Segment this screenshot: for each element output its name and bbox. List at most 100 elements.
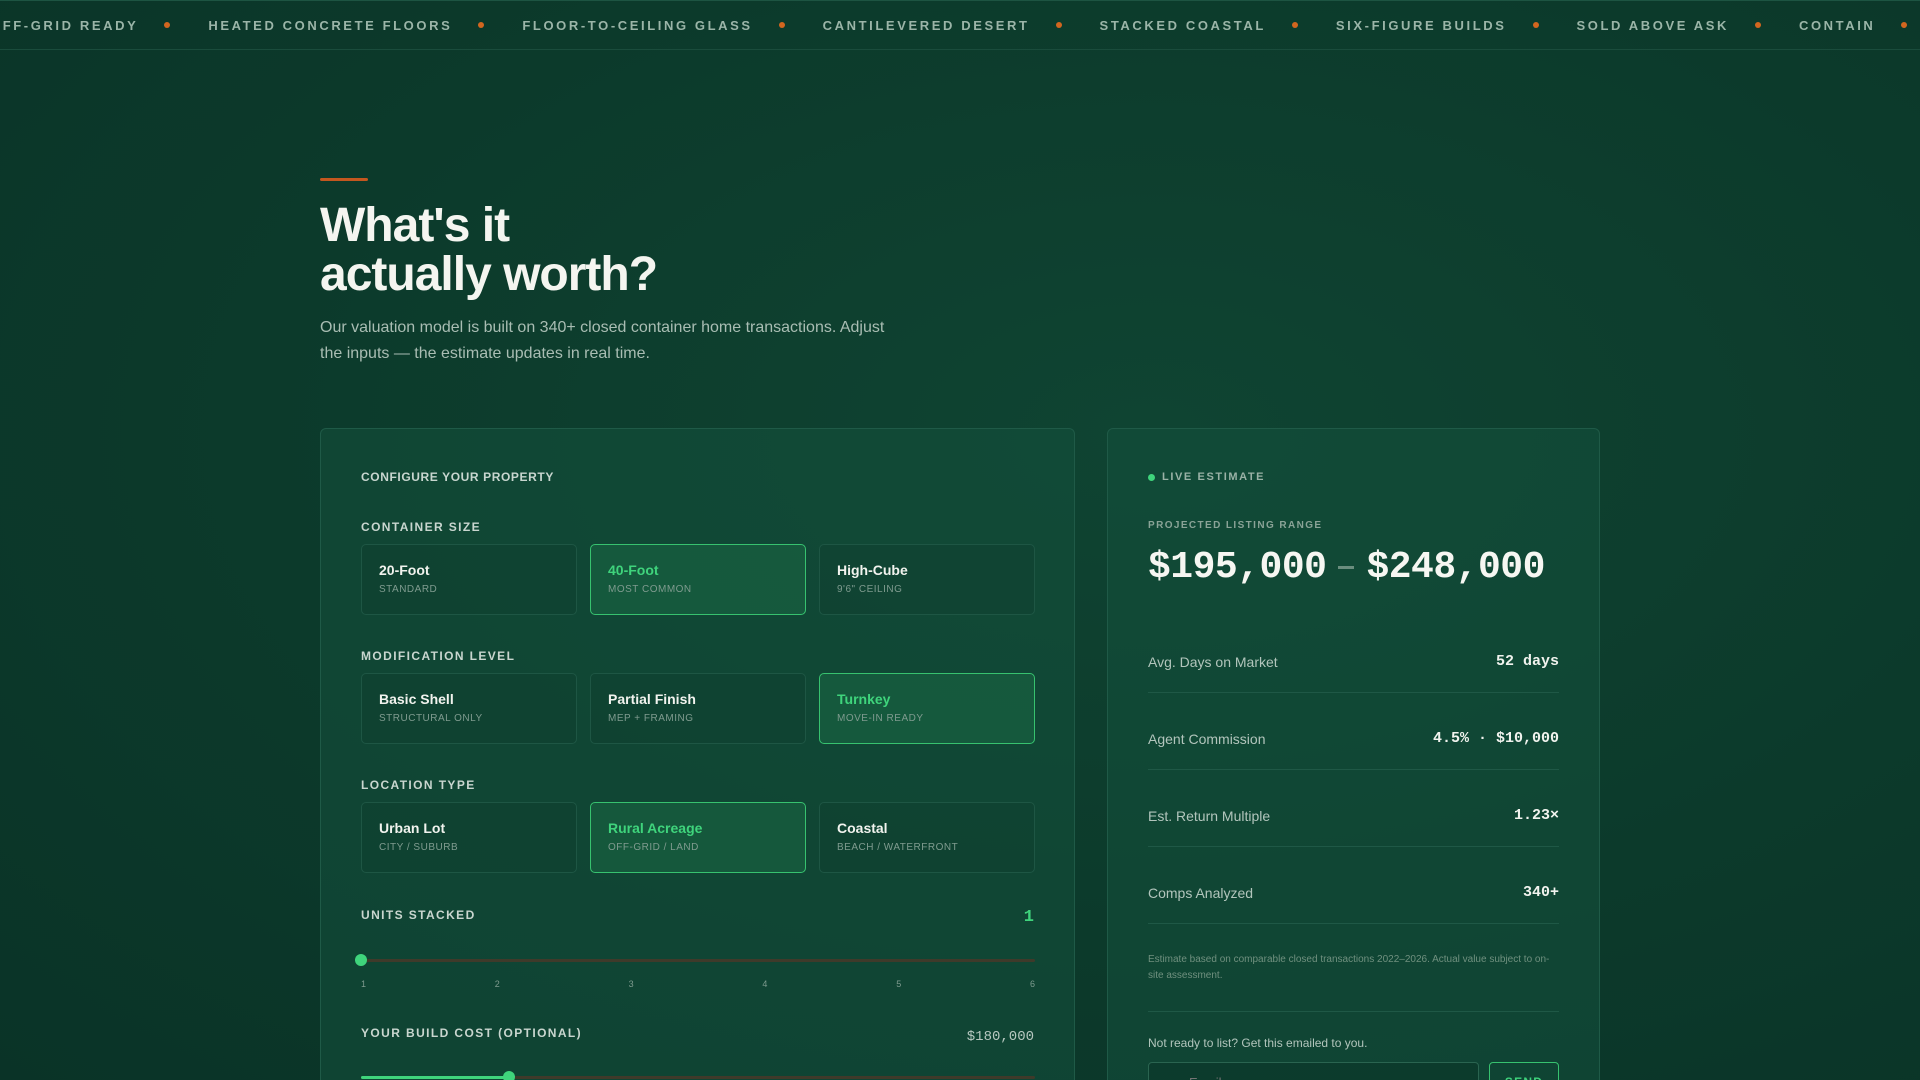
option-title: High-Cube [837,562,908,578]
range-high: $248,000 [1366,546,1545,589]
ticker-dot [778,22,785,28]
disclaimer: Estimate based on comparable closed tran… [1148,954,1550,981]
ticker-item: Sold Above Ask [1577,18,1799,33]
configure-panel: Configure Your Property Container Size 2… [320,428,1075,1080]
option-basic-shell[interactable]: Basic Shell Structural Only [361,673,577,744]
option-subtitle: Most Common [608,584,692,595]
estimate-panel: Live Estimate Projected Listing Range $1… [1107,428,1600,1080]
stat-value: 340+ [1522,884,1559,901]
divider [1148,1011,1559,1012]
modification-level-options: Basic Shell Structural Only Partial Fini… [361,673,1035,744]
ticker-item: Heated Concrete Floors [208,18,522,33]
option-subtitle: 9'6" Ceiling [837,584,903,595]
range-low: $195,000 [1148,546,1327,589]
range-dash [1338,566,1355,569]
container-size-options: 20-Foot Standard 40-Foot Most Common Hig… [361,544,1035,615]
email-prompt: Not ready to list? Get this emailed to y… [1148,1036,1368,1050]
range-label: Projected Listing Range [1148,520,1323,531]
ticker-item: Six-Figure Builds [1336,18,1577,33]
ticker-dot [164,22,171,28]
option-title: Rural Acreage [608,820,703,836]
container-size-label: Container Size [361,520,482,534]
slider-thumb[interactable] [503,1071,516,1080]
live-dot-icon [1148,473,1155,481]
option-rural-acreage[interactable]: Rural Acreage Off-Grid / Land [590,802,806,873]
stat-row: Est. Return Multiple 1.23× [1148,785,1559,847]
stat-label: Agent Commission [1148,730,1266,747]
ticker-dot [1754,22,1761,28]
option-title: 20-Foot [379,562,430,578]
ticker-track: Off-Grid Ready Heated Concrete Floors Fl… [0,1,1920,49]
stat-value: 4.5% · $10,000 [1432,730,1559,747]
option-title: Turnkey [837,691,891,707]
ticker-label: Off-Grid Ready [0,17,139,33]
stat-label: Comps Analyzed [1148,884,1254,901]
ticker-dot [1901,22,1908,28]
tick-label: 5 [896,979,902,989]
tick-label: 4 [762,979,768,989]
option-subtitle: Structural Only [379,713,483,724]
location-type-options: Urban Lot City / Suburb Rural Acreage Of… [361,802,1035,873]
option-partial-finish[interactable]: Partial Finish MEP + Framing [590,673,806,744]
ticker-item: Contain [1799,18,1920,33]
price-range: $195,000 $248,000 [1148,546,1545,589]
ticker-label: Contain [1798,17,1876,33]
option-title: 40-Foot [608,562,659,578]
page-title: What's it actually worth? [320,201,920,299]
units-stacked-label: Units Stacked [361,908,476,922]
stat-label: Est. Return Multiple [1148,807,1271,824]
title-line-1: What's it [320,199,510,252]
slider-thumb[interactable] [355,954,367,966]
ticker-label: Six-Figure Builds [1335,17,1507,33]
option-high-cube[interactable]: High-Cube 9'6" Ceiling [819,544,1035,615]
ticker-dot [1291,22,1298,28]
option-coastal[interactable]: Coastal Beach / Waterfront [819,802,1035,873]
accent-rule [320,178,368,181]
build-cost-label: Your Build Cost (Optional) [361,1026,583,1040]
units-stacked-value: 1 [1023,908,1034,927]
option-turnkey[interactable]: Turnkey Move-In Ready [819,673,1035,744]
build-cost-slider[interactable] [361,1071,1035,1080]
ticker-dot [1532,22,1539,28]
option-urban-lot[interactable]: Urban Lot City / Suburb [361,802,577,873]
option-subtitle: Standard [379,584,438,595]
ticker-label: Heated Concrete Floors [208,17,453,33]
option-subtitle: MEP + Framing [608,713,694,724]
modification-level-label: Modification Level [361,649,516,663]
option-title: Basic Shell [379,691,454,707]
option-20-foot[interactable]: 20-Foot Standard [361,544,577,615]
stat-row: Agent Commission 4.5% · $10,000 [1148,708,1559,770]
option-subtitle: City / Suburb [379,842,459,853]
live-estimate-indicator: Live Estimate [1148,471,1265,483]
option-subtitle: Move-In Ready [837,713,924,724]
live-estimate-label: Live Estimate [1162,471,1266,483]
location-type-label: Location Type [361,778,476,792]
option-subtitle: Off-Grid / Land [608,842,699,853]
tick-label: 3 [628,979,634,989]
ticker-dot [478,22,485,28]
slider-fill [361,1076,510,1079]
tick-label: 6 [1029,979,1035,989]
ticker-label: Cantilevered Desert [822,17,1030,33]
title-line-2: actually worth? [320,248,658,301]
ticker-item: Off-Grid Ready [0,18,208,33]
feature-ticker: Off-Grid Ready Heated Concrete Floors Fl… [0,0,1920,50]
stat-row: Comps Analyzed 340+ [1148,862,1559,924]
units-stacked-slider[interactable] [355,954,1035,966]
send-button[interactable]: SEND [1489,1062,1559,1080]
configure-heading: Configure Your Property [361,470,554,484]
hero-subtitle: Our valuation model is built on 340+ clo… [320,319,885,362]
units-ticks: 1 2 3 4 5 6 [361,979,1035,989]
option-title: Urban Lot [379,820,446,836]
ticker-label: Sold Above Ask [1576,17,1729,33]
stat-value: 1.23× [1513,807,1559,824]
option-40-foot[interactable]: 40-Foot Most Common [590,544,806,615]
build-cost-value: $180,000 [966,1029,1034,1045]
email-field[interactable] [1148,1062,1479,1080]
stat-value: 52 days [1495,653,1559,670]
ticker-dot [1055,22,1062,28]
ticker-item: Floor-to-Ceiling Glass [522,18,822,33]
ticker-item: Stacked Coastal [1100,18,1336,33]
option-title: Coastal [837,820,888,836]
ticker-label: Floor-to-Ceiling Glass [522,17,753,33]
